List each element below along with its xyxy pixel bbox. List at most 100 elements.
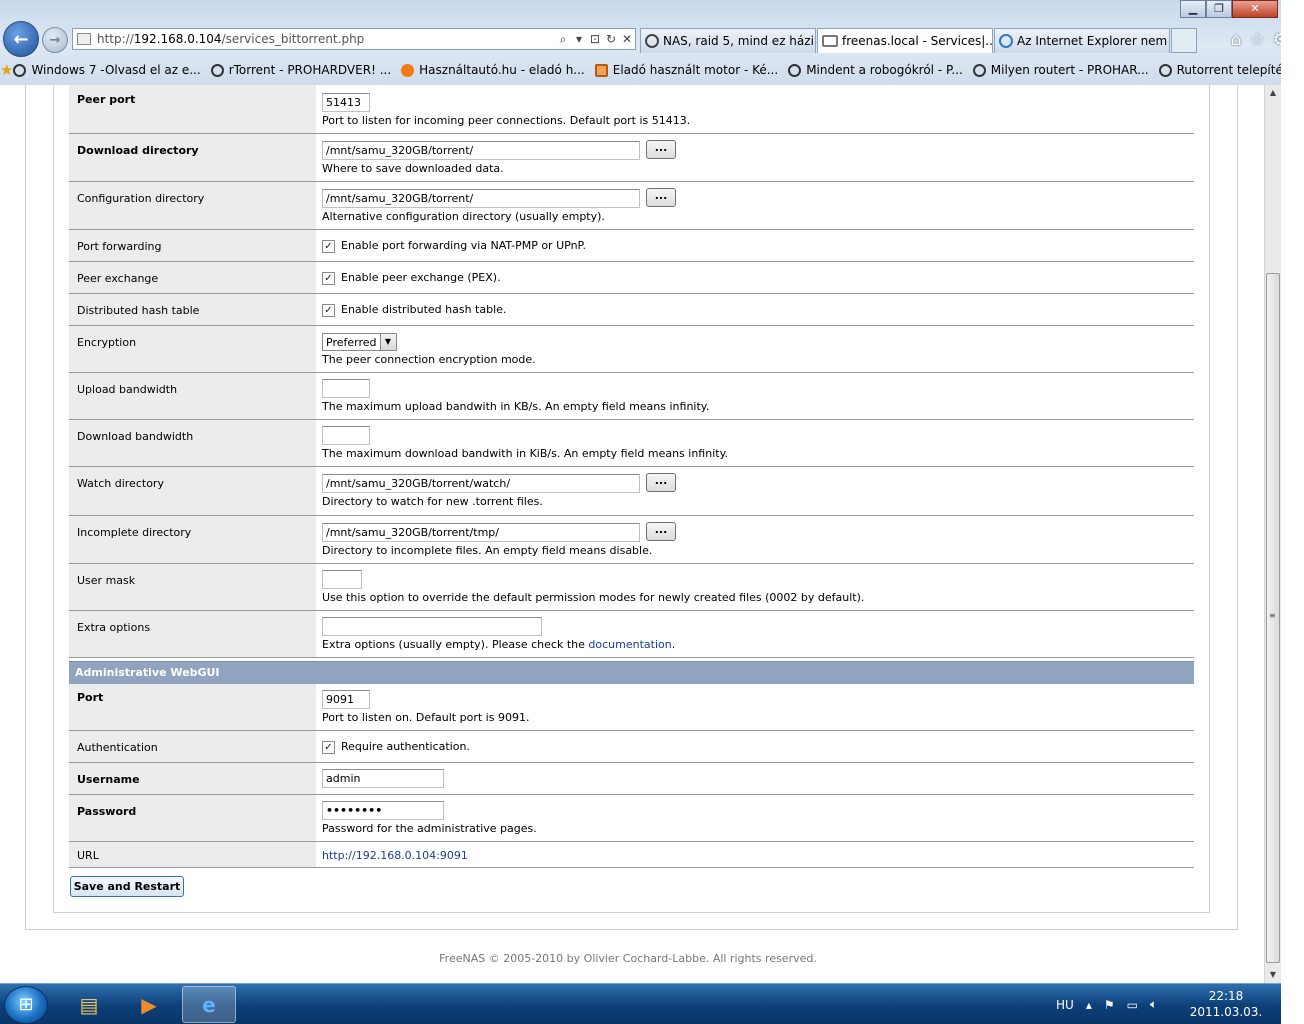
scroll-up-arrow-icon[interactable]: ▲ — [1265, 85, 1281, 101]
setting-label: Authentication — [69, 730, 316, 763]
url-host: 192.168.0.104 — [133, 32, 222, 46]
browse-incomplete-directory-button[interactable]: ... — [646, 521, 676, 541]
url-path: /services_bittorrent.php — [221, 32, 365, 46]
ie-icon — [999, 34, 1013, 48]
tab-ie-info[interactable]: Az Internet Explorer nem t... — [994, 28, 1170, 53]
favorite-item[interactable]: Milyen routert - PROHAR... — [972, 63, 1149, 77]
setting-label: Encryption — [69, 325, 316, 373]
setting-description: Use this option to override the default … — [322, 591, 865, 604]
peer-exchange-checkbox[interactable]: ✓ — [322, 271, 335, 285]
documentation-link[interactable]: documentation — [588, 638, 671, 651]
setting-value: ✓ Enable peer exchange (PEX). — [316, 261, 1194, 294]
compat-view-icon[interactable]: ⊡ — [587, 32, 603, 46]
favorite-item[interactable]: Eladó használt motor - Ké... — [594, 63, 778, 77]
favorite-item[interactable]: Használtautó.hu - eladó h... — [401, 63, 585, 77]
clock-time: 22:18 — [1208, 989, 1244, 1003]
taskbar-explorer[interactable]: ▤ — [62, 986, 116, 1023]
password-input[interactable]: •••••••• — [322, 801, 444, 820]
scroll-down-arrow-icon[interactable]: ▼ — [1265, 967, 1281, 983]
setting-value: /mnt/samu_320GB/torrent/... Where to sav… — [316, 133, 1194, 182]
page-icon — [822, 35, 838, 47]
row-password: Password •••••••• Password for the admin… — [69, 794, 1194, 842]
port-forwarding-checkbox[interactable]: ✓ — [322, 239, 335, 253]
minimize-button[interactable]: ▁ — [1180, 0, 1206, 18]
grip-icon: ≡ — [1269, 611, 1276, 620]
authentication-checkbox[interactable]: ✓ — [322, 740, 335, 754]
home-icon[interactable]: ⌂ — [1231, 30, 1242, 50]
row-configuration-directory: Configuration directory /mnt/samu_320GB/… — [69, 181, 1194, 230]
system-tray: HU ▴ ⚑ ▭ 🔈︎ — [1056, 984, 1157, 1024]
taskbar-internet-explorer[interactable]: e — [182, 986, 236, 1023]
favorite-item[interactable]: rTorrent - PROHARDVER! ... — [210, 63, 392, 77]
user-mask-input[interactable] — [322, 570, 362, 589]
setting-description: Extra options (usually empty). Please ch… — [322, 638, 1188, 652]
favorite-label: rTorrent - PROHARDVER! ... — [228, 63, 392, 77]
setting-label: Upload bandwidth — [69, 372, 316, 420]
checkbox-label: Require authentication. — [341, 740, 470, 753]
tab-freenas[interactable]: freenas.local - Services|... ✕ — [817, 28, 993, 53]
peer-port-input[interactable]: 51413 — [322, 93, 370, 112]
tab-label: Az Internet Explorer nem t... — [1017, 34, 1169, 48]
encryption-select[interactable]: Preferred ▼ — [322, 333, 397, 351]
setting-description: Where to save downloaded data. — [322, 162, 504, 175]
folder-icon: ▤ — [79, 992, 99, 1017]
download-directory-input[interactable]: /mnt/samu_320GB/torrent/ — [322, 141, 640, 160]
webgui-port-input[interactable]: 9091 — [322, 690, 370, 709]
refresh-icon[interactable]: ↻ — [603, 32, 619, 46]
setting-value: ✓ Enable port forwarding via NAT-PMP or U… — [316, 229, 1194, 262]
globe-icon — [788, 63, 802, 77]
configuration-directory-input[interactable]: /mnt/samu_320GB/torrent/ — [322, 189, 640, 208]
taskbar-clock[interactable]: 22:18 2011.03.03. — [1186, 988, 1266, 1020]
upload-bandwidth-input[interactable] — [322, 379, 370, 398]
new-tab-button[interactable] — [1171, 28, 1197, 53]
favorite-label: Windows 7 -Olvasd el az e... — [31, 63, 201, 77]
maximize-button[interactable]: ❐ — [1206, 0, 1232, 18]
watch-directory-input[interactable]: /mnt/samu_320GB/torrent/watch/ — [322, 474, 640, 493]
browse-download-directory-button[interactable]: ... — [646, 139, 676, 159]
setting-label: Download bandwidth — [69, 419, 316, 467]
action-center-flag-icon[interactable]: ⚑ — [1104, 998, 1115, 1012]
row-upload-bandwidth: Upload bandwidth The maximum upload band… — [69, 372, 1194, 420]
row-extra-options: Extra options Extra options (usually emp… — [69, 610, 1194, 658]
page-footer: FreeNAS © 2005-2010 by Olivier Cochard-L… — [439, 952, 817, 965]
tab-label: freenas.local - Services|... — [842, 34, 993, 48]
arrow-right-icon: → — [49, 32, 61, 48]
setting-description: Directory to incomplete files. An empty … — [322, 544, 653, 557]
forward-button[interactable]: → — [42, 27, 68, 53]
stop-icon[interactable]: ✕ — [619, 32, 635, 46]
back-button[interactable]: ← — [3, 21, 39, 57]
webgui-url-link[interactable]: http://192.168.0.104:9091 — [322, 849, 468, 862]
save-and-restart-button[interactable]: Save and Restart — [70, 876, 184, 897]
row-peer-exchange: Peer exchange ✓ Enable peer exchange (PEX… — [69, 261, 1194, 294]
favorites-star-icon[interactable]: ☆ — [1250, 30, 1265, 50]
browse-configuration-directory-button[interactable]: ... — [646, 187, 676, 207]
browse-watch-directory-button[interactable]: ... — [646, 472, 676, 492]
start-button[interactable]: ⊞ — [4, 986, 48, 1024]
close-window-button[interactable]: ✕ — [1232, 0, 1278, 18]
taskbar-media-player[interactable]: ▶ — [122, 986, 176, 1023]
username-input[interactable]: admin — [322, 769, 444, 788]
address-bar[interactable]: http://192.168.0.104/services_bittorrent… — [72, 28, 636, 50]
row-user-mask: User mask Use this option to override th… — [69, 563, 1194, 611]
incomplete-directory-input[interactable]: /mnt/samu_320GB/torrent/tmp/ — [322, 523, 640, 542]
favorite-item[interactable]: Mindent a robogókról - P... — [788, 63, 963, 77]
show-hidden-icons-icon[interactable]: ▴ — [1086, 998, 1092, 1012]
address-url[interactable]: http://192.168.0.104/services_bittorrent… — [97, 32, 555, 46]
scrollbar-thumb[interactable]: ≡ — [1266, 273, 1280, 963]
dht-checkbox[interactable]: ✓ — [322, 303, 335, 317]
favorite-label: Milyen routert - PROHAR... — [990, 63, 1149, 77]
browser-toolbar: ⌂ ☆ ⚙ — [1231, 30, 1288, 50]
favorite-item[interactable]: Windows 7 -Olvasd el az e... — [13, 63, 201, 77]
volume-icon[interactable]: 🔈︎ — [1150, 997, 1157, 1012]
download-bandwidth-input[interactable] — [322, 426, 370, 445]
network-icon[interactable]: ▭ — [1127, 998, 1138, 1012]
add-favorite-star-icon[interactable]: ★ — [0, 61, 13, 79]
vertical-scrollbar[interactable]: ▲ ≡ ▼ — [1264, 85, 1281, 983]
row-peer-port: Peer port 51413 Port to listen for incom… — [69, 85, 1194, 134]
extra-options-input[interactable] — [322, 617, 542, 636]
dropdown-arrow-icon[interactable]: ▾ — [571, 32, 587, 46]
setting-description: Alternative configuration directory (usu… — [322, 210, 605, 223]
language-indicator[interactable]: HU — [1056, 998, 1074, 1012]
search-icon[interactable]: ⌕ — [555, 32, 571, 47]
tab-nas-raid[interactable]: NAS, raid 5, mind ez házila... — [640, 28, 816, 53]
